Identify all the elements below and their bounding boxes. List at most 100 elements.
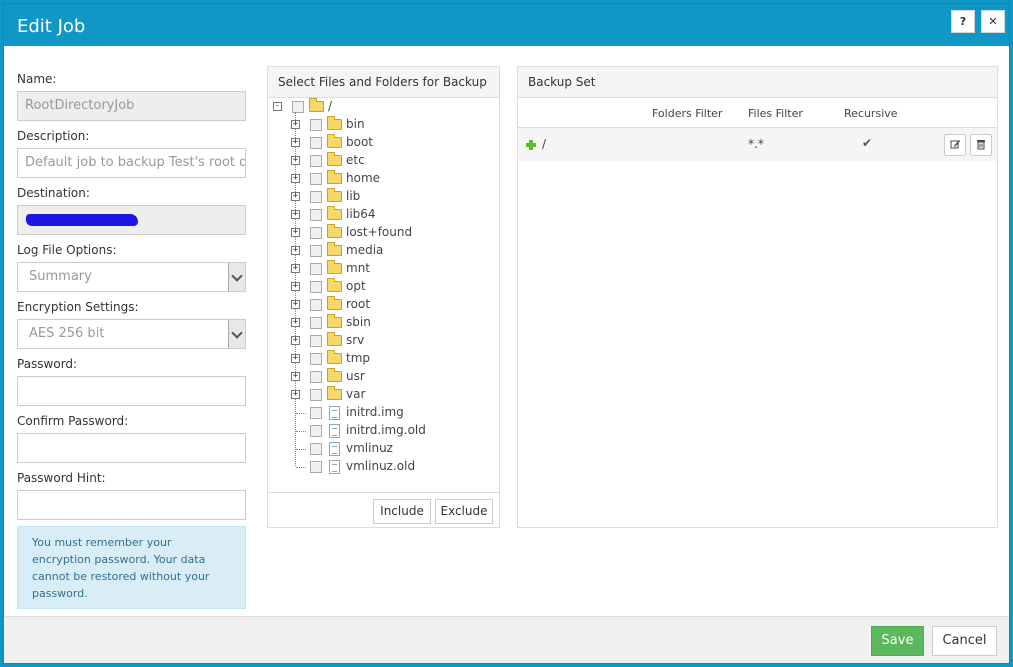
backup-set-title: Backup Set <box>518 67 997 98</box>
tree-node-label: lib64 <box>346 207 376 221</box>
tree-branch-line <box>296 413 306 414</box>
tree-node-label: boot <box>346 135 374 149</box>
expand-icon[interactable]: + <box>291 300 300 309</box>
password-hint-label: Password Hint: <box>17 471 106 485</box>
tree-file-node[interactable]: vmlinuz <box>268 440 499 458</box>
tree-folder-node[interactable]: + lib <box>268 188 499 206</box>
chevron-down-icon[interactable] <box>228 320 245 348</box>
table-row[interactable]: / *.* ✔ <box>518 128 997 161</box>
tree-file-node[interactable]: initrd.img <box>268 404 499 422</box>
tree-checkbox[interactable] <box>310 317 322 329</box>
tree-checkbox[interactable] <box>310 119 322 131</box>
expand-icon[interactable]: + <box>291 156 300 165</box>
tree-checkbox[interactable] <box>310 461 322 473</box>
tree-folder-node[interactable]: + srv <box>268 332 499 350</box>
chevron-down-icon[interactable] <box>228 263 245 291</box>
tree-checkbox[interactable] <box>292 101 304 113</box>
cancel-button[interactable]: Cancel <box>932 626 997 656</box>
tree-folder-node[interactable]: + etc <box>268 152 499 170</box>
tree-checkbox[interactable] <box>310 173 322 185</box>
delete-row-button[interactable] <box>970 134 992 156</box>
tree-checkbox[interactable] <box>310 299 322 311</box>
tree-checkbox[interactable] <box>310 155 322 167</box>
tree-checkbox[interactable] <box>310 263 322 275</box>
expand-icon[interactable]: + <box>291 336 300 345</box>
tree-folder-node[interactable]: + bin <box>268 116 499 134</box>
tree-checkbox[interactable] <box>310 353 322 365</box>
exclude-button[interactable]: Exclude <box>435 499 493 524</box>
description-field[interactable]: Default job to backup Test's root dir <box>17 148 246 178</box>
backup-set-panel: Backup Set Folders Filter Files Filter R… <box>517 66 998 528</box>
folder-icon <box>327 116 342 130</box>
password-field[interactable] <box>17 376 246 406</box>
confirm-password-field[interactable] <box>17 433 246 463</box>
expand-icon[interactable]: + <box>291 120 300 129</box>
tree-checkbox[interactable] <box>310 209 322 221</box>
tree-folder-node[interactable]: + sbin <box>268 314 499 332</box>
file-icon <box>329 424 340 438</box>
encryption-select[interactable]: AES 256 bit <box>17 319 246 349</box>
tree-node-label: etc <box>346 153 365 167</box>
expand-icon[interactable]: + <box>291 138 300 147</box>
recursive-header: Recursive <box>844 107 898 120</box>
expand-icon[interactable]: + <box>291 246 300 255</box>
tree-checkbox[interactable] <box>310 335 322 347</box>
tree-folder-node[interactable]: + media <box>268 242 499 260</box>
tree-file-node[interactable]: vmlinuz.old <box>268 458 499 476</box>
tree-node-label: initrd.img.old <box>346 423 426 437</box>
tree-node-label: media <box>346 243 384 257</box>
tree-node-label: vmlinuz.old <box>346 459 416 473</box>
expand-icon[interactable]: + <box>291 192 300 201</box>
tree-folder-node[interactable]: + tmp <box>268 350 499 368</box>
name-field[interactable]: RootDirectoryJob <box>17 91 246 121</box>
expand-icon[interactable]: + <box>291 372 300 381</box>
tree-folder-node[interactable]: + lib64 <box>268 206 499 224</box>
tree-node-label: lib <box>346 189 361 203</box>
tree-folder-node[interactable]: + lost+found <box>268 224 499 242</box>
folder-icon <box>327 368 342 382</box>
collapse-icon[interactable]: - <box>273 102 282 111</box>
tree-folder-node[interactable]: + mnt <box>268 260 499 278</box>
tree-checkbox[interactable] <box>310 281 322 293</box>
tree-folder-node[interactable]: + opt <box>268 278 499 296</box>
tree-checkbox[interactable] <box>310 371 322 383</box>
tree-checkbox[interactable] <box>310 389 322 401</box>
tree-checkbox[interactable] <box>310 407 322 419</box>
tree-checkbox[interactable] <box>310 443 322 455</box>
expand-icon[interactable]: + <box>291 264 300 273</box>
expand-icon[interactable]: + <box>291 174 300 183</box>
destination-field[interactable] <box>17 205 246 235</box>
include-button[interactable]: Include <box>373 499 431 524</box>
tree-checkbox[interactable] <box>310 227 322 239</box>
expand-icon[interactable]: + <box>291 318 300 327</box>
tree-folder-node[interactable]: + root <box>268 296 499 314</box>
tree-checkbox[interactable] <box>310 191 322 203</box>
expand-icon[interactable]: + <box>291 228 300 237</box>
close-button[interactable]: ✕ <box>981 10 1005 33</box>
password-label: Password: <box>17 357 78 371</box>
tree-root-node[interactable]: - / <box>268 98 499 116</box>
help-button[interactable]: ? <box>951 10 975 33</box>
tree-node-label: lost+found <box>346 225 413 239</box>
edit-row-button[interactable] <box>944 134 966 156</box>
tree-folder-node[interactable]: + home <box>268 170 499 188</box>
log-options-select[interactable]: Summary <box>17 262 246 292</box>
dialog-footer: Save Cancel <box>4 616 1009 663</box>
tree-node-label: var <box>346 387 366 401</box>
password-hint-field[interactable] <box>17 490 246 520</box>
tree-folder-node[interactable]: + usr <box>268 368 499 386</box>
tree-checkbox[interactable] <box>310 245 322 257</box>
tree-node-label: initrd.img <box>346 405 404 419</box>
expand-icon[interactable]: + <box>291 210 300 219</box>
tree-checkbox[interactable] <box>310 425 322 437</box>
tree-node-label: srv <box>346 333 365 347</box>
expand-icon[interactable]: + <box>291 390 300 399</box>
tree-checkbox[interactable] <box>310 137 322 149</box>
expand-plus-icon[interactable] <box>526 140 536 150</box>
tree-file-node[interactable]: initrd.img.old <box>268 422 499 440</box>
tree-folder-node[interactable]: + var <box>268 386 499 404</box>
expand-icon[interactable]: + <box>291 354 300 363</box>
tree-folder-node[interactable]: + boot <box>268 134 499 152</box>
save-button[interactable]: Save <box>871 626 924 656</box>
expand-icon[interactable]: + <box>291 282 300 291</box>
